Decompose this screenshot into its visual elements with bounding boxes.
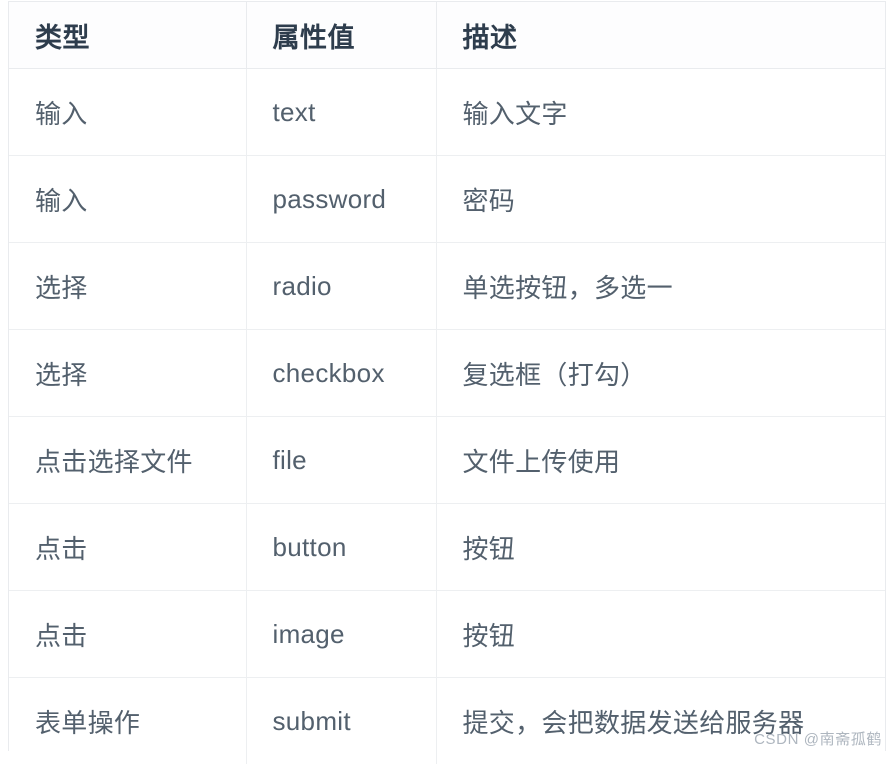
cell-desc: 复选框（打勾） [436,330,885,417]
cell-type: 点击 [9,591,246,678]
table-header-row: 类型 属性值 描述 [9,2,885,69]
cell-value: checkbox [246,330,436,417]
table-row: 点击 image 按钮 [9,591,885,678]
page-root: 类型 属性值 描述 输入 text 输入文字 输入 password 密码 选 [0,0,894,763]
cell-desc: 密码 [436,156,885,243]
cell-desc: 按钮 [436,504,885,591]
cell-type: 选择 [9,243,246,330]
table-row: 输入 text 输入文字 [9,69,885,156]
cell-value: button [246,504,436,591]
table-body: 输入 text 输入文字 输入 password 密码 选择 radio 单选按… [9,69,885,764]
cell-value: text [246,69,436,156]
cell-value: submit [246,678,436,764]
table-row: 点击选择文件 file 文件上传使用 [9,417,885,504]
cell-desc: 提交，会把数据发送给服务器 [436,678,885,764]
attribute-table-container: 类型 属性值 描述 输入 text 输入文字 输入 password 密码 选 [8,1,886,751]
input-type-table: 类型 属性值 描述 输入 text 输入文字 输入 password 密码 选 [9,2,885,764]
column-header-type: 类型 [9,2,246,69]
cell-type: 表单操作 [9,678,246,764]
table-row: 点击 button 按钮 [9,504,885,591]
cell-desc: 按钮 [436,591,885,678]
cell-value: file [246,417,436,504]
column-header-value: 属性值 [246,2,436,69]
table-row: 表单操作 submit 提交，会把数据发送给服务器 [9,678,885,764]
cell-desc: 文件上传使用 [436,417,885,504]
cell-type: 选择 [9,330,246,417]
table-row: 输入 password 密码 [9,156,885,243]
cell-desc: 单选按钮，多选一 [436,243,885,330]
table-row: 选择 checkbox 复选框（打勾） [9,330,885,417]
cell-type: 输入 [9,156,246,243]
column-header-desc: 描述 [436,2,885,69]
cell-type: 点击 [9,504,246,591]
cell-type: 点击选择文件 [9,417,246,504]
cell-desc: 输入文字 [436,69,885,156]
cell-value: password [246,156,436,243]
cell-type: 输入 [9,69,246,156]
cell-value: image [246,591,436,678]
table-row: 选择 radio 单选按钮，多选一 [9,243,885,330]
table-header: 类型 属性值 描述 [9,2,885,69]
cell-value: radio [246,243,436,330]
